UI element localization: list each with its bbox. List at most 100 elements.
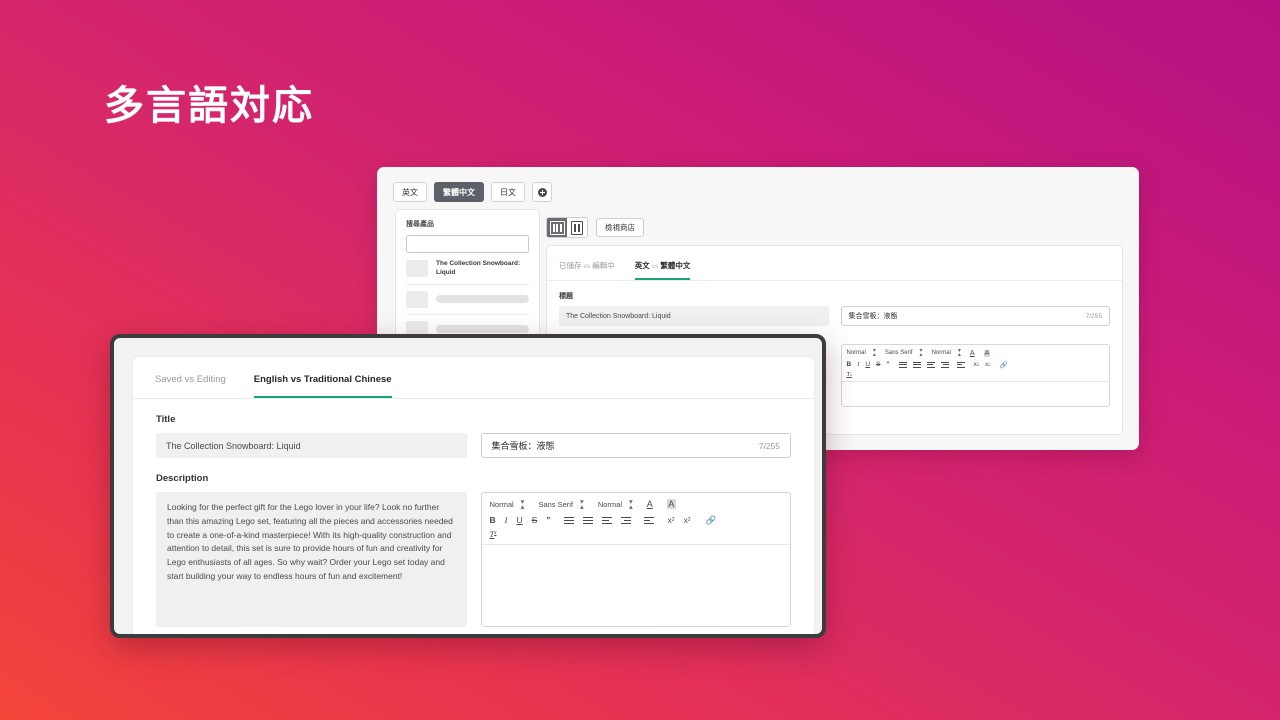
description-compare-row: Looking for the perfect gift for the Leg…	[133, 492, 814, 627]
heading-select[interactable]: Normal ▾ ▴	[846, 348, 876, 358]
bold-button[interactable]: B	[490, 515, 496, 525]
bold-button[interactable]: B	[847, 361, 852, 368]
font-select[interactable]: Sans Serif ▾ ▴	[538, 497, 584, 512]
product-search-input[interactable]	[406, 235, 529, 253]
indent-icon[interactable]	[940, 361, 949, 368]
page-title: 多言語対応	[104, 84, 314, 128]
three-column-icon	[549, 220, 565, 235]
view-mode-toolbar: 檢視商店	[546, 217, 644, 238]
subscript-button[interactable]: x2	[668, 515, 675, 525]
indent-icon[interactable]	[620, 516, 631, 525]
blockquote-button[interactable]: ”	[546, 515, 550, 525]
title-field-label: 標題	[559, 293, 573, 300]
two-column-icon	[571, 220, 583, 235]
font-color-icon[interactable]: A	[970, 350, 975, 357]
product-search-panel: 搜尋產品 The Collection Snowboard: Liquid	[395, 209, 540, 344]
font-color-icon[interactable]: A	[647, 499, 653, 509]
superscript-index: 2	[687, 517, 691, 524]
underline-button[interactable]: U	[865, 361, 870, 368]
clear-format-index: x	[494, 531, 497, 537]
chevron-updown-icon: ▾ ▴	[580, 497, 584, 512]
compare-tab-bar: 已儲存 vs 編輯中 英文 vs 繁體中文	[547, 246, 1122, 281]
view-store-button[interactable]: 檢視商店	[596, 218, 644, 237]
highlight-color-icon[interactable]: A	[666, 499, 676, 510]
title-target-value: 集合雪板：液態	[491, 441, 555, 451]
two-column-view-button[interactable]	[567, 218, 587, 237]
skeleton-placeholder	[436, 295, 529, 304]
font-select-value: Sans Serif	[538, 499, 574, 509]
superscript-button[interactable]: x2	[684, 515, 691, 525]
highlight-color-icon[interactable]: A	[983, 349, 991, 357]
chevron-updown-icon: ▾ ▴	[520, 497, 525, 512]
subscript-button[interactable]: x2	[974, 361, 979, 368]
tab-english-vs-traditional-chinese[interactable]: 英文 vs 繁體中文	[634, 260, 691, 280]
font-select[interactable]: Sans Serif ▾ ▴	[884, 348, 923, 358]
front-app-window: Saved vs Editing English vs Traditional …	[110, 334, 826, 638]
product-thumbnail	[406, 290, 428, 308]
strikethrough-button[interactable]: S	[532, 515, 538, 525]
font-select-value: Sans Serif	[884, 350, 913, 357]
title-field-label: Title	[156, 414, 176, 425]
blockquote-button[interactable]: ”	[886, 361, 889, 368]
ordered-list-icon[interactable]	[898, 361, 907, 368]
tab-label-left: 已儲存	[559, 261, 582, 270]
title-target-column: 集合雪板：液態 7/255 Normal ▾▴ Sans Serif ▾▴	[840, 306, 1110, 407]
size-select[interactable]: Normal ▾ ▴	[932, 348, 961, 359]
underline-button[interactable]: U	[516, 515, 522, 525]
description-target-input[interactable]	[481, 544, 790, 626]
tab-vs-separator: vs	[583, 263, 591, 270]
list-item[interactable]: The Collection Snowboard: Liquid	[406, 253, 529, 285]
tab-label-left: 英文	[634, 261, 650, 270]
rich-text-toolbar: Normal ▾ ▴ Sans Serif ▾ ▴ Normal ▾ ▴ A A…	[481, 493, 790, 545]
size-select[interactable]: Normal ▾ ▴	[597, 498, 633, 511]
italic-button[interactable]: I	[505, 515, 508, 525]
link-icon[interactable]: 🔗	[1000, 361, 1008, 369]
tab-english-vs-traditional-chinese[interactable]: English vs Traditional Chinese	[253, 374, 392, 398]
description-target-column: Normal ▾ ▴ Sans Serif ▾ ▴ Normal ▾ ▴ A A…	[480, 492, 791, 627]
tab-saved-vs-editing[interactable]: Saved vs Editing	[155, 374, 226, 398]
link-icon[interactable]: 🔗	[706, 515, 717, 526]
language-tab-traditional-chinese[interactable]: 繁體中文	[434, 182, 484, 202]
rich-text-toolbar: Normal ▾▴ Sans Serif ▾▴ Normal ▾▴ A A	[841, 345, 1109, 382]
title-source-column: The Collection Snowboard: Liquid	[156, 433, 467, 458]
superscript-button[interactable]: x2	[985, 361, 990, 368]
view-mode-segment	[546, 217, 588, 238]
heading-select-value: Normal	[846, 350, 866, 357]
outdent-icon[interactable]	[601, 516, 612, 525]
strikethrough-button[interactable]: S	[876, 361, 880, 368]
align-icon[interactable]	[643, 516, 654, 525]
title-target-input[interactable]: 集合雪板：液態 7/255	[480, 433, 791, 458]
title-compare-row: The Collection Snowboard: Liquid 集合雪板：液態…	[133, 433, 814, 458]
description-target-editor: Normal ▾ ▴ Sans Serif ▾ ▴ Normal ▾ ▴ A A…	[480, 492, 791, 627]
description-source-column: Looking for the perfect gift for the Leg…	[156, 492, 467, 627]
description-field-label: Description	[156, 473, 209, 484]
clear-format-button[interactable]: Tx	[490, 529, 497, 539]
title-target-column: 集合雪板：液態 7/255	[480, 433, 791, 458]
bullet-list-icon[interactable]	[582, 516, 593, 525]
three-column-view-button[interactable]	[547, 218, 567, 237]
chevron-updown-icon: ▾ ▴	[957, 348, 961, 359]
add-language-button[interactable]	[532, 182, 552, 202]
tab-saved-vs-editing[interactable]: 已儲存 vs 編輯中	[559, 260, 615, 280]
italic-button[interactable]: I	[857, 361, 859, 368]
align-icon[interactable]	[956, 361, 965, 368]
tab-label-right: 編輯中	[592, 261, 615, 270]
language-tab-japanese[interactable]: 日文	[491, 182, 525, 202]
outdent-icon[interactable]	[926, 361, 935, 368]
heading-select[interactable]: Normal ▾ ▴	[489, 497, 525, 512]
list-item[interactable]	[406, 285, 529, 315]
language-tab-bar: 英文 繁體中文 日文	[393, 182, 552, 202]
product-search-label: 搜尋產品	[406, 221, 434, 228]
title-char-counter: 7/255	[758, 440, 780, 451]
size-select-value: Normal	[597, 499, 622, 509]
title-target-value: 集合雪板：液態	[848, 313, 898, 320]
subscript-index: 2	[671, 517, 675, 524]
product-name: The Collection Snowboard: Liquid	[436, 260, 521, 277]
clear-format-button[interactable]: Tx	[847, 371, 852, 378]
language-tab-english[interactable]: 英文	[393, 182, 427, 202]
title-target-input[interactable]: 集合雪板：液態 7/255	[840, 306, 1110, 326]
bullet-list-icon[interactable]	[912, 361, 921, 368]
product-thumbnail	[406, 259, 428, 277]
ordered-list-icon[interactable]	[563, 516, 574, 525]
heading-select-value: Normal	[489, 499, 514, 509]
